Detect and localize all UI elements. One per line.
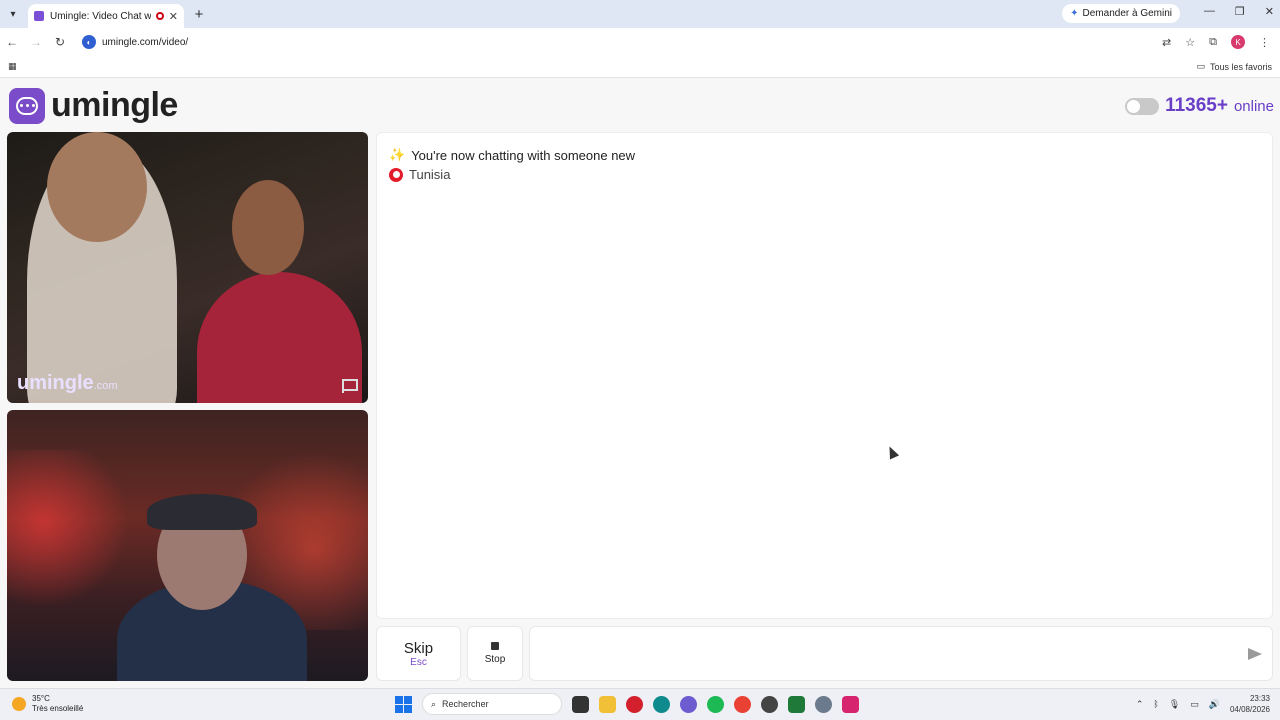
gemini-label: Demander à Gemini [1082,8,1172,19]
browser-tab-bar: ▾ Umingle: Video Chat with S ✕ + ✦ Deman… [0,0,1280,28]
task-view-icon[interactable] [572,695,589,713]
chat-bubble-icon [9,87,45,124]
online-label: online [1233,97,1274,115]
windows-taskbar: 35°C Très ensoleillé ⌕ Rechercher ⌃ ᛒ 🎙 … [0,688,1280,720]
send-arrow-icon[interactable] [1248,648,1262,660]
stop-button[interactable]: Stop [467,626,523,681]
bookmarks-bar: ▦ ▭ Tous les favoris [0,56,1280,78]
microphone-icon[interactable]: 🎙 [1169,699,1180,710]
opera-icon[interactable] [626,695,643,713]
reload-icon[interactable]: ↻ [48,35,72,49]
display-icon[interactable]: ▭ [1190,699,1199,710]
weather-text: Très ensoleillé [32,704,84,713]
chrome-icon[interactable] [734,695,751,713]
new-tab-button[interactable]: + [188,6,210,23]
temperature: 35°C [32,694,50,703]
search-label: Rechercher [442,699,489,709]
all-bookmarks[interactable]: ▭ Tous les favoris [1196,61,1272,72]
status-text: You're now chatting with someone new [411,147,636,163]
online-indicator: 11365+ online [1125,95,1274,117]
umingle-favicon-icon [34,11,44,21]
recording-icon [155,12,164,20]
all-bookmarks-label: Tous les favoris [1209,61,1272,72]
report-flag-icon[interactable] [342,379,358,393]
back-arrow-icon[interactable]: ← [0,35,24,49]
weather-widget[interactable]: 35°C Très ensoleillé [12,694,83,714]
instagram-icon[interactable] [842,695,859,713]
tab-search-icon[interactable]: ▾ [0,0,26,28]
terminal-icon[interactable] [788,695,805,713]
search-icon: ⌕ [431,698,437,709]
skip-shortcut: Esc [410,656,427,668]
apps-grid-icon[interactable]: ▦ [8,61,17,72]
gemini-sparkle-icon: ✦ [1070,8,1079,19]
clock-date: 04/08/2026 [1229,705,1270,714]
skip-label: Skip [403,639,434,657]
stop-label: Stop [484,654,506,665]
message-box [529,626,1273,681]
window-close-icon[interactable]: ✕ [1265,5,1274,18]
extensions-icon[interactable]: ⧉ [1209,36,1217,49]
minimize-icon[interactable]: — [1204,5,1215,18]
browser-toolbar: ← → ↻ ◐ umingle.com/video/ ⇄ ☆ ⧉ K ⋮ [0,28,1280,56]
clock[interactable]: 23:33 04/08/2026 [1230,693,1270,715]
stop-square-icon [491,642,499,650]
taskbar-search[interactable]: ⌕ Rechercher [422,693,562,715]
forward-arrow-icon[interactable]: → [24,35,48,49]
volume-icon[interactable]: 🔊 [1209,699,1220,710]
obs-icon[interactable] [761,695,778,713]
tab-close-icon[interactable]: ✕ [169,10,178,23]
bluetooth-icon[interactable]: ᛒ [1153,699,1158,709]
message-input[interactable] [540,627,1230,680]
country-name: Tunisia [409,167,451,182]
bookmark-star-icon[interactable]: ☆ [1185,36,1195,49]
folder-icon: ▭ [1196,61,1205,71]
partner-country: Tunisia [389,167,1260,182]
clock-time: 23:33 [1249,694,1270,703]
gemini-button[interactable]: ✦ Demander à Gemini [1062,4,1180,23]
local-video [7,410,368,681]
chat-panel: ✨ You're now chatting with someone new T… [376,132,1273,619]
profile-avatar[interactable]: K [1231,35,1245,49]
spotify-icon[interactable] [707,695,724,713]
window-controls: — ❐ ✕ [1204,5,1274,18]
file-explorer-icon[interactable] [599,695,616,713]
url-text: umingle.com/video/ [102,36,189,48]
discord-icon[interactable] [680,695,697,713]
umingle-watermark: umingle.com [17,372,118,394]
address-bar[interactable]: ◐ umingle.com/video/ [82,31,1162,53]
browser-tab[interactable]: Umingle: Video Chat with S ✕ [28,4,184,28]
site-info-icon[interactable]: ◐ [82,35,96,49]
local-person-cap [147,494,257,530]
maximize-icon[interactable]: ❐ [1235,5,1245,18]
tab-title: Umingle: Video Chat with S [50,10,151,22]
theme-toggle[interactable] [1125,97,1160,115]
site-logo[interactable]: umingle [9,86,178,125]
settings-gear-icon[interactable] [815,695,832,713]
translate-icon[interactable]: ⇄ [1162,36,1171,49]
remote-video: umingle.com [7,132,368,403]
skip-button[interactable]: Skip Esc [376,626,461,681]
logo-text: umingle [51,86,178,124]
system-tray: ⌃ ᛒ 🎙 ▭ 🔊 23:33 04/08/2026 [1136,693,1270,715]
browser-menu-icon[interactable]: ⋮ [1259,36,1270,49]
remote-face-2 [232,180,304,275]
online-count: 11365+ [1165,95,1228,116]
sun-icon [12,697,26,711]
remote-face-1 [47,132,147,242]
chevron-up-icon[interactable]: ⌃ [1136,699,1144,710]
edge-icon[interactable] [653,695,670,713]
chat-status-message: ✨ You're now chatting with someone new [389,147,1260,163]
remote-person-2 [197,272,362,403]
sparkle-icon: ✨ [389,147,406,162]
tunisia-flag-icon [389,167,403,182]
windows-start-icon[interactable] [395,695,412,713]
